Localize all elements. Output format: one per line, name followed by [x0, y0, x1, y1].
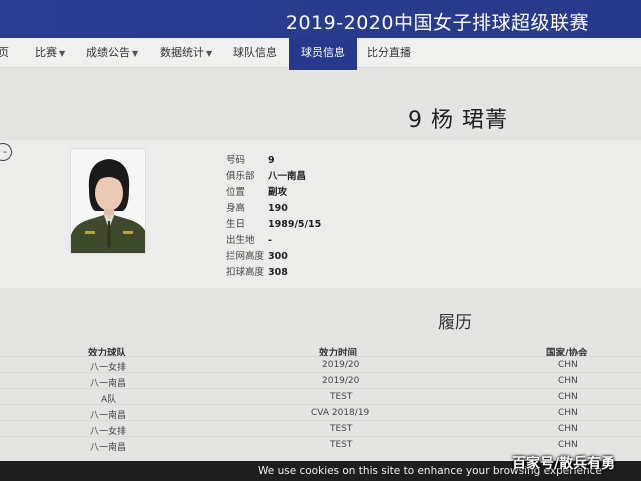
- watermark: 百家号/散兵有勇: [512, 456, 616, 472]
- nav-matches-label: 比赛: [35, 46, 57, 59]
- nav-stats-label: 数据统计: [160, 46, 204, 59]
- player-portrait-icon: [71, 149, 145, 253]
- field-value: 八一南昌: [268, 171, 307, 182]
- field-label: 扣球高度: [226, 267, 265, 278]
- cell-period: TEST: [330, 424, 353, 434]
- field-value: 9: [268, 155, 275, 166]
- cell-country: CHN: [558, 424, 578, 434]
- top-banner: 2019-2020中国女子排球超级联赛: [0, 0, 641, 38]
- nav-teams[interactable]: 球队信息: [233, 38, 277, 68]
- field-label: 拦网高度: [226, 251, 265, 262]
- field-block-height: 拦网高度 300: [226, 248, 288, 264]
- nav-stats[interactable]: 数据统计 ▼: [160, 38, 212, 68]
- nav-live-score[interactable]: 比分直播: [367, 38, 411, 68]
- player-name: 9 杨 珺菁: [408, 108, 508, 133]
- cell-country: CHN: [558, 408, 578, 418]
- cell-period: 2019/20: [322, 360, 360, 370]
- field-label: 生日: [226, 219, 246, 230]
- field-height: 身高 190: [226, 200, 288, 216]
- cell-period: CVA 2018/19: [311, 408, 370, 418]
- field-birthday: 生日 1989/5/15: [226, 216, 321, 232]
- field-position: 位置 副攻: [226, 184, 287, 200]
- field-spike-height: 扣球高度 308: [226, 264, 288, 280]
- table-row: 八一南昌 2019/20 CHN: [0, 372, 641, 389]
- field-value: 190: [268, 203, 288, 214]
- nav-home[interactable]: 页: [0, 38, 9, 68]
- cell-country: CHN: [558, 376, 578, 386]
- cell-team: 八一南昌: [90, 443, 127, 453]
- resume-title: 履历: [438, 313, 472, 333]
- league-title: 2019-2020中国女子排球超级联赛: [285, 12, 589, 34]
- nav-matches[interactable]: 比赛 ▼: [35, 38, 65, 68]
- player-photo: [70, 148, 146, 254]
- table-row: 八一南昌 TEST CHN: [0, 436, 641, 453]
- cell-country: CHN: [558, 360, 578, 370]
- field-number: 号码 9: [226, 152, 275, 168]
- table-row: 八一女排 TEST CHN: [0, 420, 641, 437]
- nav-players-label: 球员信息: [301, 46, 345, 59]
- cell-period: 2019/20: [322, 376, 360, 386]
- cell-period: TEST: [330, 440, 353, 450]
- field-club: 俱乐部 八一南昌: [226, 168, 306, 184]
- field-value: 300: [268, 251, 288, 262]
- table-row: A队 TEST CHN: [0, 388, 641, 405]
- field-value: 1989/5/15: [268, 219, 322, 230]
- cell-country: CHN: [558, 392, 578, 402]
- field-label: 号码: [226, 155, 246, 166]
- chevron-down-icon: ▼: [206, 49, 213, 58]
- nav-teams-label: 球队信息: [233, 46, 277, 59]
- nav-results-label: 成绩公告: [86, 46, 130, 59]
- nav-home-label: 页: [0, 46, 9, 59]
- chevron-down-icon: ▼: [59, 49, 66, 58]
- field-birthplace: 出生地 -: [226, 232, 272, 248]
- field-value: 308: [268, 267, 288, 278]
- field-value: -: [268, 235, 272, 246]
- field-label: 身高: [226, 203, 246, 214]
- table-row: 八一女排 2019/20 CHN: [0, 356, 641, 373]
- chevron-down-icon: ▼: [132, 49, 139, 58]
- table-row: 八一南昌 CVA 2018/19 CHN: [0, 404, 641, 421]
- field-label: 位置: [226, 187, 246, 198]
- main-nav: 页 比赛 ▼ 成绩公告 ▼ 数据统计 ▼ 球队信息 球员信息 比分直播: [0, 38, 641, 70]
- nav-results[interactable]: 成绩公告 ▼: [86, 38, 138, 68]
- field-label: 俱乐部: [226, 171, 255, 182]
- cell-period: TEST: [330, 392, 353, 402]
- nav-players[interactable]: 球员信息: [289, 38, 357, 70]
- nav-live-score-label: 比分直播: [367, 46, 411, 59]
- field-label: 出生地: [226, 235, 255, 246]
- cell-country: CHN: [558, 440, 578, 450]
- field-value: 副攻: [268, 187, 288, 198]
